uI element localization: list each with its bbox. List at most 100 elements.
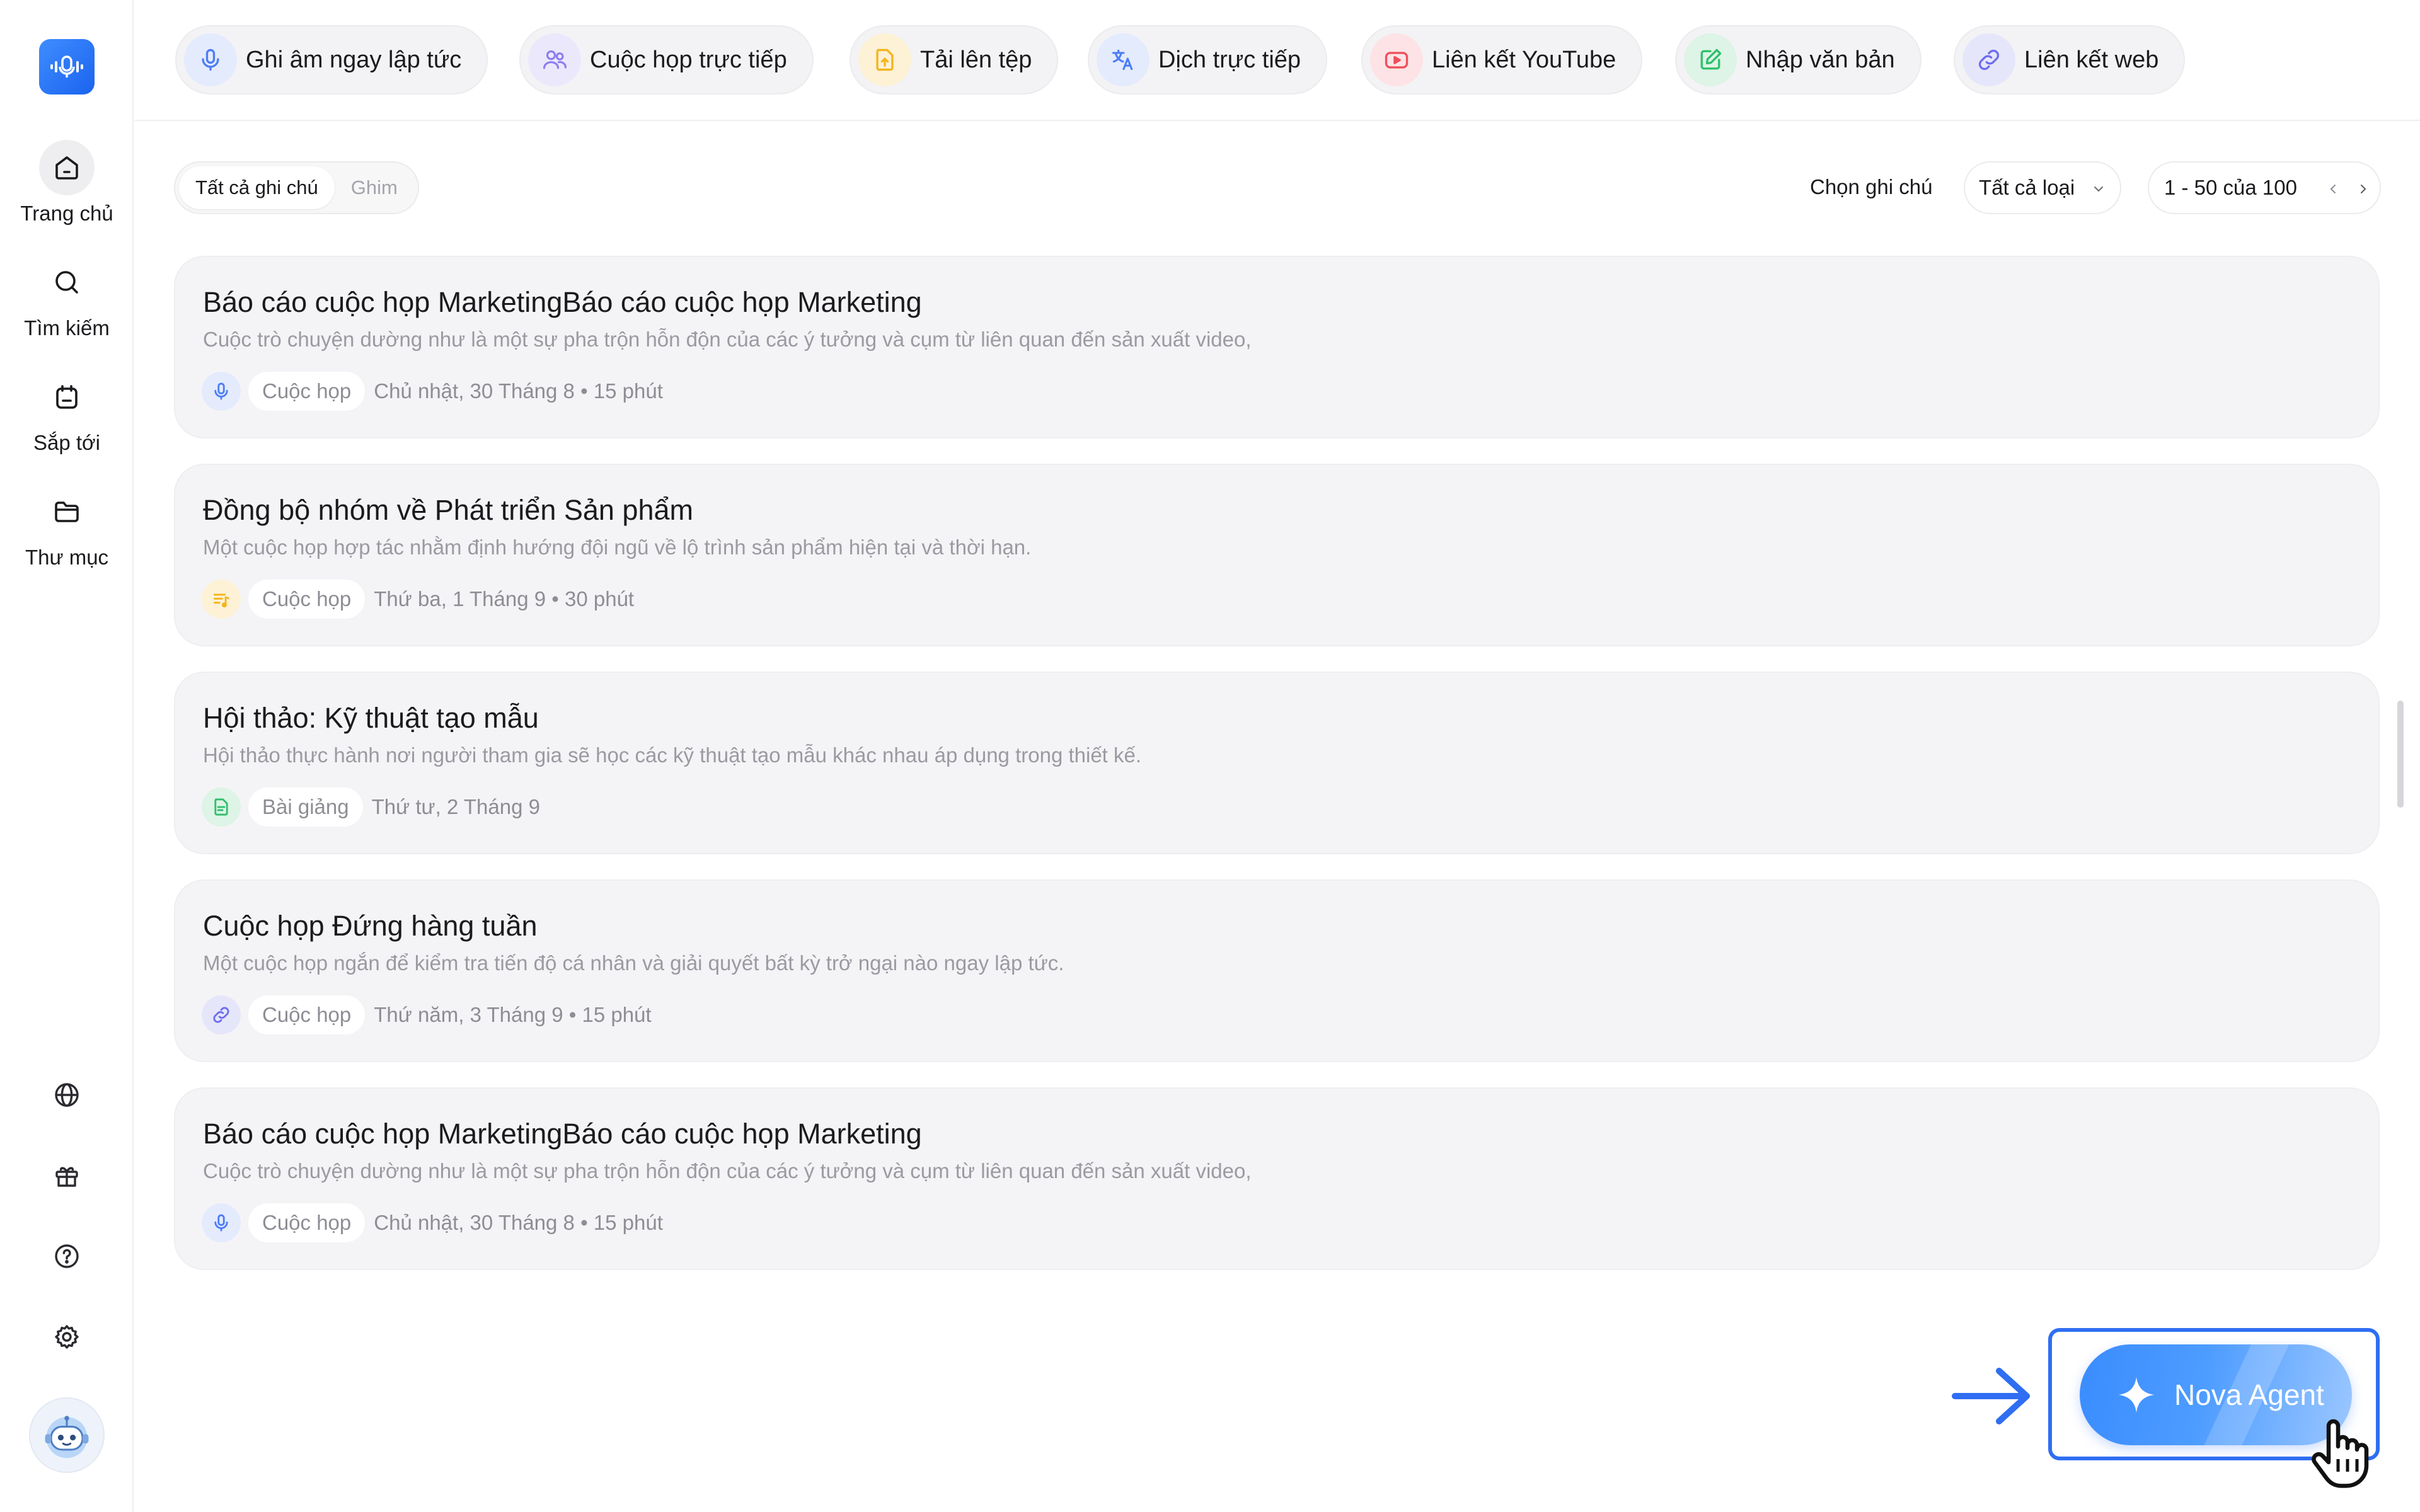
chip-label: Cuộc họp trực tiếp <box>590 46 787 73</box>
prev-page-button[interactable] <box>2320 176 2346 202</box>
search-icon <box>39 255 95 310</box>
sidebar-item-label: Trang chủ <box>20 202 113 225</box>
sidebar-item-label: Tìm kiếm <box>24 316 110 340</box>
note-title: Cuộc họp Đứng hàng tuần <box>203 910 538 942</box>
note-meta: Cuộc họp Chủ nhật, 30 Tháng 8 • 15 phút <box>202 1202 663 1244</box>
chip-label: Nhập văn bản <box>1746 46 1895 73</box>
robot-avatar-icon <box>45 1416 89 1458</box>
link-icon <box>202 995 241 1034</box>
sidebar-item-label: Thư mục <box>25 546 109 569</box>
hand-cursor-icon <box>2312 1419 2369 1488</box>
note-card[interactable]: Hội thảo: Kỹ thuật tạo mẫu Hội thảo thực… <box>174 672 2380 854</box>
note-type-badge: Cuộc họp <box>248 372 366 411</box>
chevron-right-icon <box>2361 185 2366 193</box>
sidebar-item-upcoming[interactable]: Sắp tới <box>0 369 134 455</box>
note-card[interactable]: Báo cáo cuộc họp MarketingBáo cáo cuộc h… <box>174 1087 2380 1270</box>
globe-icon <box>55 1083 79 1107</box>
sparkle-icon <box>2118 1377 2155 1413</box>
help-button[interactable] <box>39 1228 95 1284</box>
gift-button[interactable] <box>39 1148 95 1203</box>
note-date: Thứ năm, 3 Tháng 9 • 15 phút <box>374 1003 652 1026</box>
tab-pinned[interactable]: Ghim <box>335 166 414 209</box>
note-title: Đồng bộ nhóm về Phát triển Sản phẩm <box>203 494 693 526</box>
note-card[interactable]: Báo cáo cuộc họp MarketingBáo cáo cuộc h… <box>174 256 2380 438</box>
chevron-down-icon <box>2094 186 2103 192</box>
chip-label: Tải lên tệp <box>920 46 1032 73</box>
chip-label: Liên kết web <box>2024 46 2159 73</box>
note-type-badge: Cuộc họp <box>248 1203 366 1242</box>
tab-all-notes[interactable]: Tất cả ghi chú <box>179 166 335 209</box>
note-type-badge: Cuộc họp <box>248 995 366 1034</box>
note-meta: Bài giảng Thứ tư, 2 Tháng 9 <box>202 786 540 828</box>
microphone-icon <box>202 372 241 411</box>
notes-filter-tabs: Tất cả ghi chú Ghim <box>174 161 419 214</box>
waveform-microphone-icon <box>50 55 83 77</box>
sidebar-item-label: Sắp tới <box>33 431 101 454</box>
note-description: Cuộc trò chuyện dường như là một sự pha … <box>203 328 1252 351</box>
note-date: Chủ nhật, 30 Tháng 8 • 15 phút <box>374 1211 663 1234</box>
live-meeting-button[interactable]: Cuộc họp trực tiếp <box>519 25 814 94</box>
home-icon <box>39 140 95 195</box>
scrollbar-thumb[interactable] <box>2397 701 2404 808</box>
note-description: Hội thảo thực hành nơi người tham gia sẽ… <box>203 743 1142 767</box>
note-date: Thứ ba, 1 Tháng 9 • 30 phút <box>374 587 635 610</box>
microphone-icon <box>184 33 237 86</box>
note-meta: Cuộc họp Thứ năm, 3 Tháng 9 • 15 phút <box>202 994 652 1036</box>
sidebar-item-folders[interactable]: Thư mục <box>0 484 134 570</box>
web-link-button[interactable]: Liên kết web <box>1954 25 2186 94</box>
arrow-right-icon <box>1952 1368 2030 1424</box>
chip-label: Ghi âm ngay lập tức <box>246 46 462 73</box>
note-description: Một cuộc họp hợp tác nhằm định hướng đội… <box>203 536 1032 559</box>
sidebar-item-home[interactable]: Trang chủ <box>0 140 134 226</box>
people-icon <box>528 33 581 86</box>
help-icon <box>55 1244 79 1268</box>
chip-label: Dịch trực tiếp <box>1158 46 1301 73</box>
nova-agent-label: Nova Agent <box>2174 1378 2324 1411</box>
record-now-button[interactable]: Ghi âm ngay lập tức <box>175 25 488 94</box>
note-type-badge: Bài giảng <box>248 788 363 827</box>
note-description: Cuộc trò chuyện dường như là một sự pha … <box>203 1159 1252 1183</box>
select-notes-button[interactable]: Chọn ghi chú <box>1810 175 1932 199</box>
enter-text-button[interactable]: Nhập văn bản <box>1675 25 1922 94</box>
note-date: Chủ nhật, 30 Tháng 8 • 15 phút <box>374 379 663 403</box>
calendar-icon <box>39 369 95 425</box>
pagination-range: 1 - 50 của 100 <box>2164 176 2297 199</box>
next-page-button[interactable] <box>2351 176 2376 202</box>
document-icon <box>202 788 241 827</box>
link-icon <box>1962 33 2015 86</box>
youtube-link-button[interactable]: Liên kết YouTube <box>1361 25 1643 94</box>
avatar[interactable] <box>29 1397 105 1473</box>
settings-button[interactable] <box>39 1309 95 1365</box>
upload-file-button[interactable]: Tải lên tệp <box>850 25 1059 94</box>
note-meta: Cuộc họp Chủ nhật, 30 Tháng 8 • 15 phút <box>202 370 663 412</box>
app-logo[interactable] <box>39 39 95 94</box>
folder-icon <box>39 484 95 539</box>
pagination: 1 - 50 của 100 <box>2148 161 2381 214</box>
sidebar-item-search[interactable]: Tìm kiếm <box>0 255 134 340</box>
note-card[interactable]: Đồng bộ nhóm về Phát triển Sản phẩm Một … <box>174 464 2380 646</box>
type-filter-value: Tất cả loại <box>1979 176 2075 199</box>
text-note-icon <box>202 580 241 619</box>
translate-icon <box>1097 33 1150 86</box>
note-meta: Cuộc họp Thứ ba, 1 Tháng 9 • 30 phút <box>202 578 634 620</box>
sidebar: Trang chủ Tìm kiếm Sắp tới Thư mục <box>0 0 134 1512</box>
youtube-icon <box>1370 33 1423 86</box>
type-filter-select[interactable]: Tất cả loại <box>1964 161 2121 214</box>
chevron-left-icon <box>2330 185 2336 193</box>
quick-actions-toolbar: Ghi âm ngay lập tức Cuộc họp trực tiếp T… <box>135 0 2420 121</box>
gear-icon <box>55 1325 79 1349</box>
note-description: Một cuộc họp ngắn để kiểm tra tiến độ cá… <box>203 951 1064 975</box>
note-title: Hội thảo: Kỹ thuật tạo mẫu <box>203 702 539 734</box>
note-title: Báo cáo cuộc họp MarketingBáo cáo cuộc h… <box>203 1118 922 1150</box>
microphone-icon <box>202 1203 241 1242</box>
note-card[interactable]: Cuộc họp Đứng hàng tuần Một cuộc họp ngắ… <box>174 879 2380 1062</box>
note-date: Thứ tư, 2 Tháng 9 <box>371 795 540 818</box>
language-button[interactable] <box>39 1067 95 1123</box>
note-type-badge: Cuộc họp <box>248 580 366 619</box>
edit-text-icon <box>1684 33 1737 86</box>
upload-file-icon <box>858 33 911 86</box>
live-translate-button[interactable]: Dịch trực tiếp <box>1088 25 1328 94</box>
note-title: Báo cáo cuộc họp MarketingBáo cáo cuộc h… <box>203 286 922 318</box>
chip-label: Liên kết YouTube <box>1432 46 1616 73</box>
gift-icon <box>55 1167 78 1187</box>
